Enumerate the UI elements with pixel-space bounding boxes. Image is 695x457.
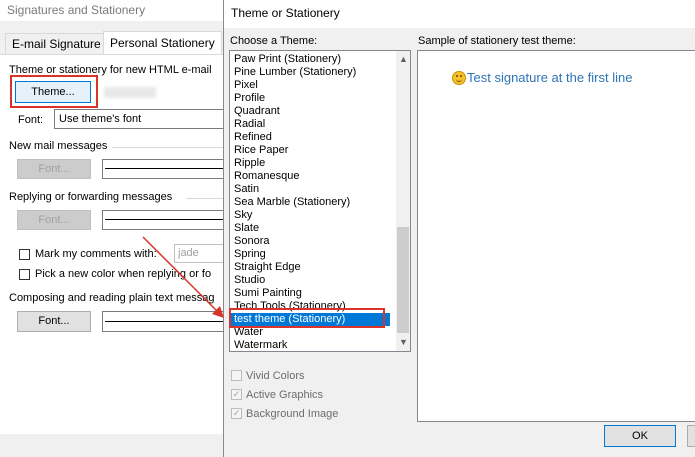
annotation-arrow-line <box>142 236 219 313</box>
annotation-arrow <box>142 236 224 318</box>
